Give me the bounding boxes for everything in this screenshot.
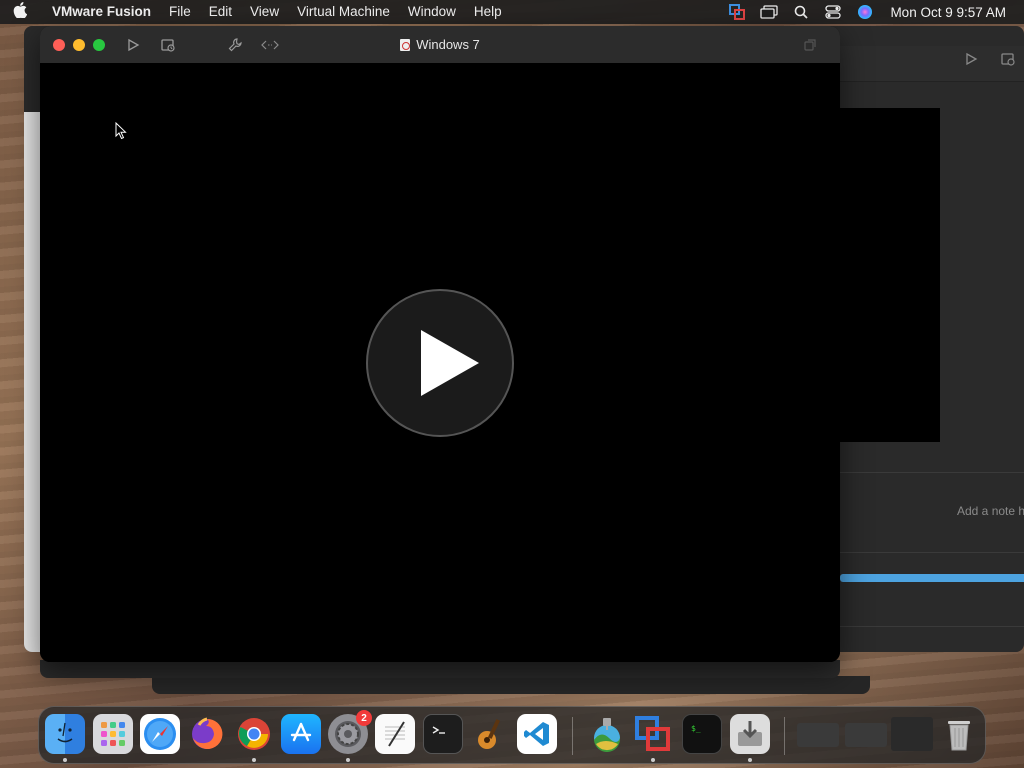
menu-help[interactable]: Help xyxy=(465,0,511,24)
vmware-fusion-icon[interactable] xyxy=(633,714,673,754)
running-indicator xyxy=(651,758,655,762)
dock: 2 $_ xyxy=(38,706,986,764)
chrome-icon[interactable] xyxy=(234,714,274,754)
library-sidebar-edge xyxy=(24,112,40,652)
garageband-icon[interactable] xyxy=(470,714,510,754)
terminal-icon[interactable] xyxy=(423,714,463,754)
menu-app-name[interactable]: VMware Fusion xyxy=(40,0,160,24)
screen-mirror-icon[interactable] xyxy=(760,5,779,19)
vm-title-text: Windows 7 xyxy=(416,37,480,52)
play-icon[interactable] xyxy=(124,36,142,54)
vm-window-titlebar[interactable]: Windows 7 xyxy=(40,26,840,63)
library-divider xyxy=(840,472,1024,473)
library-play-icon[interactable] xyxy=(964,52,978,66)
vm-console-window[interactable]: Windows 7 xyxy=(40,26,840,662)
running-indicator xyxy=(346,758,350,762)
menu-virtual-machine[interactable]: Virtual Machine xyxy=(288,0,399,24)
vm-notes-field[interactable]: Add a note h xyxy=(957,504,1024,518)
running-indicator xyxy=(748,758,752,762)
textedit-icon[interactable] xyxy=(375,714,415,754)
maximize-window-button[interactable] xyxy=(93,38,105,51)
background-window-edge xyxy=(40,660,840,678)
settings-wrench-icon[interactable] xyxy=(226,36,244,54)
menu-bar-clock[interactable]: Mon Oct 9 9:57 AM xyxy=(890,5,1006,20)
notification-badge: 2 xyxy=(356,710,372,726)
menu-view[interactable]: View xyxy=(241,0,288,24)
siri-icon[interactable] xyxy=(856,5,874,19)
app-store-icon[interactable] xyxy=(281,714,321,754)
running-indicator xyxy=(63,758,67,762)
vm-document-icon xyxy=(400,38,411,51)
trash-icon[interactable] xyxy=(939,714,979,754)
snapshot-icon[interactable] xyxy=(159,36,177,54)
firefox-icon[interactable] xyxy=(187,714,227,754)
system-settings-icon[interactable]: 2 xyxy=(328,710,372,754)
code-brackets-icon[interactable] xyxy=(261,36,279,54)
library-toolbar xyxy=(840,46,1024,82)
window-controls xyxy=(53,38,105,51)
apple-menu-icon[interactable] xyxy=(0,2,40,22)
vm-thumbnail-preview[interactable] xyxy=(840,108,940,442)
power-on-play-button[interactable] xyxy=(366,289,514,437)
dock-separator xyxy=(784,717,785,755)
play-icon xyxy=(421,330,479,396)
menu-window[interactable]: Window xyxy=(399,0,465,24)
finder-icon[interactable] xyxy=(45,714,85,754)
mouse-pointer-icon xyxy=(115,121,127,145)
spotlight-search-icon[interactable] xyxy=(792,5,810,19)
vmware-status-icon[interactable] xyxy=(728,4,746,20)
library-divider xyxy=(840,626,1024,627)
minimized-window-1[interactable] xyxy=(797,723,839,747)
vm-display-area[interactable] xyxy=(40,63,840,662)
installer-icon[interactable] xyxy=(730,714,770,754)
safari-icon[interactable] xyxy=(140,714,180,754)
dock-separator xyxy=(572,717,573,755)
svg-text:$_: $_ xyxy=(691,724,701,733)
macos-installer-icon[interactable] xyxy=(587,714,627,754)
terminal-green-icon[interactable]: $_ xyxy=(682,714,722,754)
launchpad-icon[interactable] xyxy=(93,714,133,754)
running-indicator xyxy=(252,758,256,762)
library-divider xyxy=(840,552,1024,553)
control-center-icon[interactable] xyxy=(824,5,842,19)
library-progress-bar xyxy=(840,574,1024,582)
background-window-edge xyxy=(152,676,870,694)
minimized-window-2[interactable] xyxy=(845,723,887,747)
menu-file[interactable]: File xyxy=(160,0,200,24)
library-snapshot-icon[interactable] xyxy=(1000,51,1016,67)
vscode-icon[interactable] xyxy=(517,714,557,754)
fullscreen-icon[interactable] xyxy=(801,36,819,54)
minimize-window-button[interactable] xyxy=(73,38,85,51)
close-window-button[interactable] xyxy=(53,38,65,51)
minimized-window-3[interactable] xyxy=(891,717,933,751)
menu-bar: VMware Fusion File Edit View Virtual Mac… xyxy=(0,0,1024,24)
menu-edit[interactable]: Edit xyxy=(200,0,241,24)
